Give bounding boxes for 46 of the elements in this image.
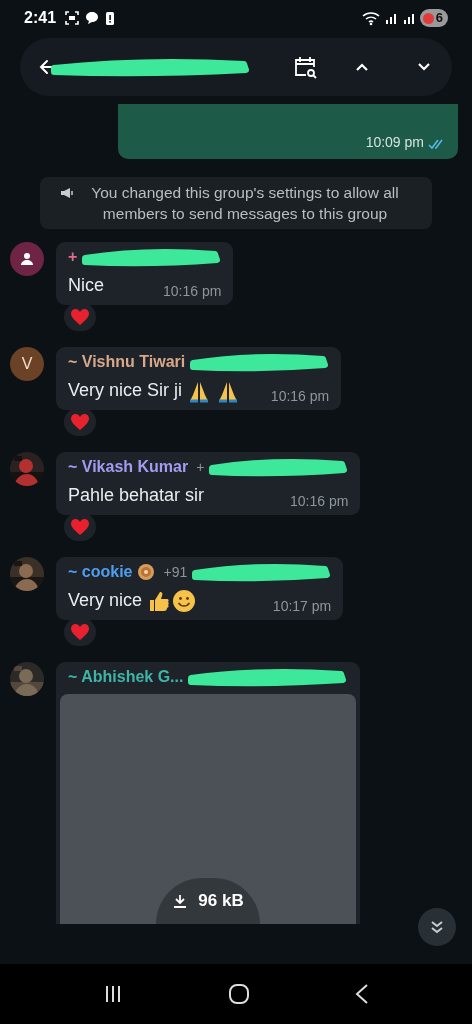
heart-icon bbox=[70, 623, 90, 641]
sender-name: ~ cookie bbox=[68, 562, 133, 582]
megaphone-icon bbox=[60, 186, 74, 200]
sender-name: + bbox=[68, 247, 78, 267]
scroll-down-button[interactable] bbox=[418, 908, 456, 946]
back-icon[interactable] bbox=[355, 983, 370, 1005]
message-time: 10:16 pm bbox=[269, 387, 330, 406]
message-time: 10:16 pm bbox=[161, 282, 222, 301]
message-time: 10:09 pm bbox=[365, 133, 424, 152]
reaction-chip[interactable] bbox=[64, 303, 96, 331]
sender-phone: + bbox=[196, 457, 205, 477]
person-icon bbox=[20, 252, 34, 266]
sender-phone: +91 bbox=[163, 562, 188, 582]
image-placeholder[interactable]: 96 kB bbox=[60, 694, 356, 924]
sender-name: ~ Vishnu Tiwari bbox=[68, 352, 186, 372]
status-time: 2:41 bbox=[24, 8, 57, 28]
battery-alert-icon bbox=[104, 10, 117, 26]
calendar-search-icon[interactable] bbox=[292, 54, 318, 80]
message-text: Nice bbox=[68, 274, 104, 297]
avatar[interactable]: V bbox=[10, 347, 44, 381]
file-size: 96 kB bbox=[198, 890, 244, 913]
message-text: Very nice Sir ji bbox=[68, 379, 183, 402]
reaction-chip[interactable] bbox=[64, 618, 96, 646]
battery-indicator: 6 bbox=[419, 9, 448, 27]
heart-icon bbox=[70, 413, 90, 431]
home-icon[interactable] bbox=[228, 983, 250, 1005]
reaction-chip[interactable] bbox=[64, 408, 96, 436]
sender-name: ~ Vikash Kumar bbox=[68, 457, 189, 477]
screenshot-icon bbox=[64, 10, 81, 26]
cookie-icon bbox=[137, 563, 156, 581]
download-icon bbox=[172, 893, 189, 909]
smiling-face-icon bbox=[172, 588, 197, 613]
sender-name: ~ Abhishek G... bbox=[68, 667, 184, 687]
avatar[interactable] bbox=[10, 242, 44, 276]
double-chevron-down-icon bbox=[429, 919, 445, 935]
message-time: 10:16 pm bbox=[289, 492, 349, 511]
message-text: Very nice bbox=[68, 589, 143, 612]
wifi-icon bbox=[361, 10, 380, 26]
chat-icon bbox=[84, 10, 101, 26]
download-button[interactable]: 96 kB bbox=[156, 878, 260, 924]
system-message: You changed this group's settings to allow all members to send messages to this group bbox=[90, 183, 400, 224]
reaction-chip[interactable] bbox=[64, 513, 96, 541]
message-time: 10:17 pm bbox=[271, 597, 332, 616]
heart-icon bbox=[70, 308, 90, 326]
heart-icon bbox=[70, 518, 90, 536]
message-text: Pahle behatar sir bbox=[68, 484, 205, 507]
